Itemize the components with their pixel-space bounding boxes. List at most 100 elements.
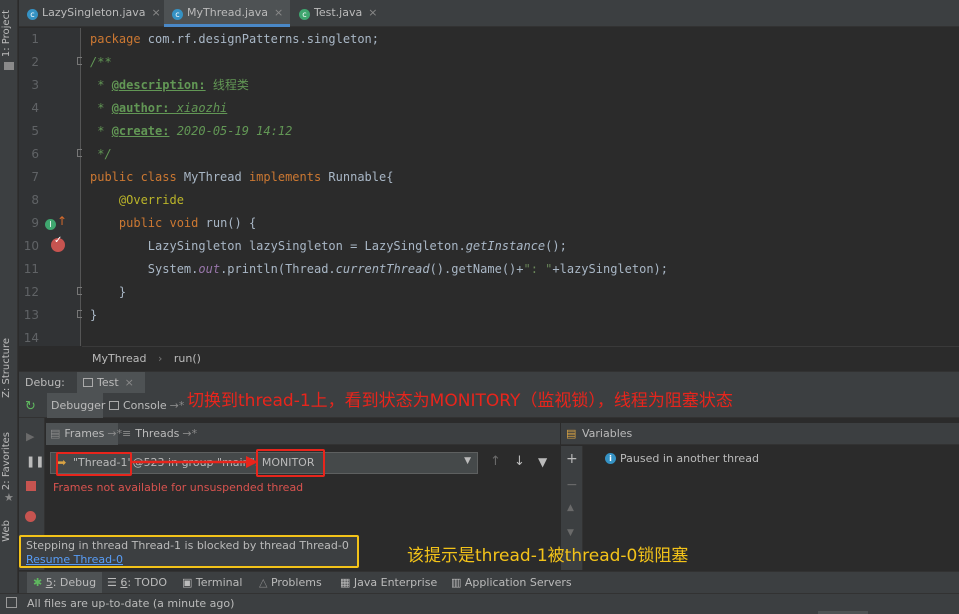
favorites-tool-button[interactable]: 2: Favorites [1, 432, 12, 490]
string-literal: ": " [523, 262, 553, 276]
chevron-down-icon[interactable]: ▼ [464, 456, 471, 466]
left-tool-stripe: 1: Project Z: Structure 2: Favorites ★ W… [0, 0, 18, 595]
code-editor[interactable]: package com.rf.designPatterns.singleton;… [82, 28, 959, 346]
debug-config-label: Test [97, 376, 119, 389]
filter-icon[interactable]: ▼ [538, 455, 547, 469]
line-number: 9 [31, 216, 39, 230]
stop-icon[interactable] [26, 481, 36, 491]
toolwindow-application-servers[interactable]: ▥ Application Servers [451, 576, 572, 589]
doc-star: * [90, 101, 112, 115]
code-line-7: public class MyThread implements Runnabl… [90, 166, 393, 189]
annotation-box-notice [19, 535, 359, 568]
toolwindow-number: 5 [45, 576, 53, 589]
toolwindow-problems[interactable]: △ Problems [259, 576, 322, 589]
move-up-icon[interactable]: ▲ [567, 503, 574, 513]
implements-method-icon[interactable]: I [45, 219, 56, 230]
close-icon[interactable]: × [274, 6, 283, 19]
console-icon [109, 401, 119, 410]
tab-frames[interactable]: ▤ Frames →* [46, 423, 122, 445]
pin-icon: →* [107, 427, 123, 440]
toolwindow-debug[interactable]: ✱ 5: Debug [27, 572, 103, 593]
keyword: implements [248, 170, 322, 184]
down-arrow-icon[interactable]: ↓ [514, 454, 525, 469]
add-icon[interactable]: + [566, 451, 578, 467]
remove-icon[interactable]: − [566, 477, 578, 493]
tab-test[interactable]: c Test.java × [291, 0, 395, 27]
line-number: 5 [31, 124, 39, 138]
static-method: getInstance [465, 239, 546, 253]
code-text: LazySingleton lazySingleton = LazySingle… [90, 239, 466, 253]
toolwindow-label: : TODO [127, 576, 168, 589]
toolwindow-todo[interactable]: ☰ 6: TODO [107, 576, 167, 589]
doc-tag: @description: [111, 78, 206, 92]
code-line-6: */ [90, 147, 112, 161]
breadcrumb: MyThread › run() [82, 346, 959, 370]
debug-config-tab[interactable]: Test × [77, 372, 145, 394]
class-icon: c [27, 9, 38, 20]
tab-debugger[interactable]: Debugger [47, 393, 105, 418]
code-line-12: } [90, 285, 127, 299]
toolwindow-java-enterprise[interactable]: ▦ Java Enterprise [340, 576, 437, 589]
keyword: package [90, 32, 141, 46]
variables-icon: ▤ [566, 427, 577, 440]
code-line-11: System.out.println(Thread.currentThread(… [90, 258, 668, 281]
view-breakpoints-icon[interactable] [25, 511, 36, 522]
variables-header: ▤ Variables [561, 423, 959, 445]
tab-lazysingleton[interactable]: c LazySingleton.java × [19, 0, 163, 27]
move-down-icon[interactable]: ▼ [567, 528, 574, 538]
project-tool-button[interactable]: 1: Project [1, 10, 12, 57]
code-line-3: * @description: 线程类 [90, 74, 249, 97]
resume-icon[interactable]: ▶ [26, 430, 34, 443]
code-text: .println(Thread. [220, 262, 336, 276]
breadcrumb-method[interactable]: run() [174, 352, 201, 365]
tab-label: Test.java [314, 6, 363, 19]
debug-label: Debug: [25, 376, 65, 389]
class-icon: c [172, 9, 183, 20]
rerun-icon[interactable]: ↻ [25, 399, 36, 414]
code-line-1: package com.rf.designPatterns.singleton; [90, 28, 379, 51]
line-number: 14 [23, 331, 39, 345]
close-icon[interactable]: × [125, 376, 134, 389]
toolwindow-terminal[interactable]: ▣ Terminal [182, 576, 242, 589]
code-line-8: @Override [90, 193, 184, 207]
folder-icon [4, 62, 14, 70]
pause-icon[interactable]: ❚❚ [26, 455, 44, 468]
doc-text: xiaozhi [169, 101, 228, 115]
breadcrumb-class[interactable]: MyThread [92, 352, 146, 365]
checkmark-icon: ✓ [54, 235, 63, 246]
code-line-5: * @create: 2020-05-19 14:12 [90, 120, 292, 143]
tab-threads[interactable]: ≡ Threads →* [122, 427, 197, 440]
status-bar: All files are up-to-date (a minute ago) [0, 593, 959, 614]
up-arrow-icon[interactable]: ↑ [490, 454, 501, 469]
line-number: 10 [23, 239, 39, 253]
threads-label: Threads [135, 427, 180, 440]
code-text: System. [90, 262, 199, 276]
keyword: public class [90, 170, 177, 184]
debug-icon: ✱ [33, 576, 43, 589]
run-config-icon [83, 378, 93, 387]
close-icon[interactable]: × [368, 6, 377, 19]
breadcrumb-separator: › [157, 352, 163, 365]
doc-star: * [90, 124, 112, 138]
tool-window-bar: ✱ 5: Debug ☰ 6: TODO ▣ Terminal △ Proble… [19, 571, 959, 593]
static-field: out [198, 262, 221, 276]
terminal-icon: ▣ [182, 576, 193, 589]
code-line-9: public void run() { [90, 212, 256, 235]
code-line-2: /** [90, 55, 112, 69]
status-message: All files are up-to-date (a minute ago) [27, 597, 235, 610]
toolwindow-label: Application Servers [464, 576, 572, 589]
tab-console[interactable]: Console →* [109, 399, 184, 412]
info-icon: i [605, 453, 616, 464]
code-text: (); [545, 239, 567, 253]
todo-icon: ☰ [107, 576, 117, 589]
frames-message: Frames not available for unsuspended thr… [53, 481, 304, 494]
tab-mythread[interactable]: c MyThread.java × [164, 0, 290, 27]
line-number: 2 [31, 55, 39, 69]
close-icon[interactable]: × [152, 6, 161, 19]
class-name: MyThread [176, 170, 249, 184]
web-tool-button[interactable]: Web [1, 520, 12, 542]
structure-tool-button[interactable]: Z: Structure [1, 338, 12, 398]
code-text: +lazySingleton); [552, 262, 668, 276]
tool-windows-toggle-icon[interactable] [6, 597, 17, 608]
doc-text: 2020-05-19 14:12 [169, 124, 293, 138]
